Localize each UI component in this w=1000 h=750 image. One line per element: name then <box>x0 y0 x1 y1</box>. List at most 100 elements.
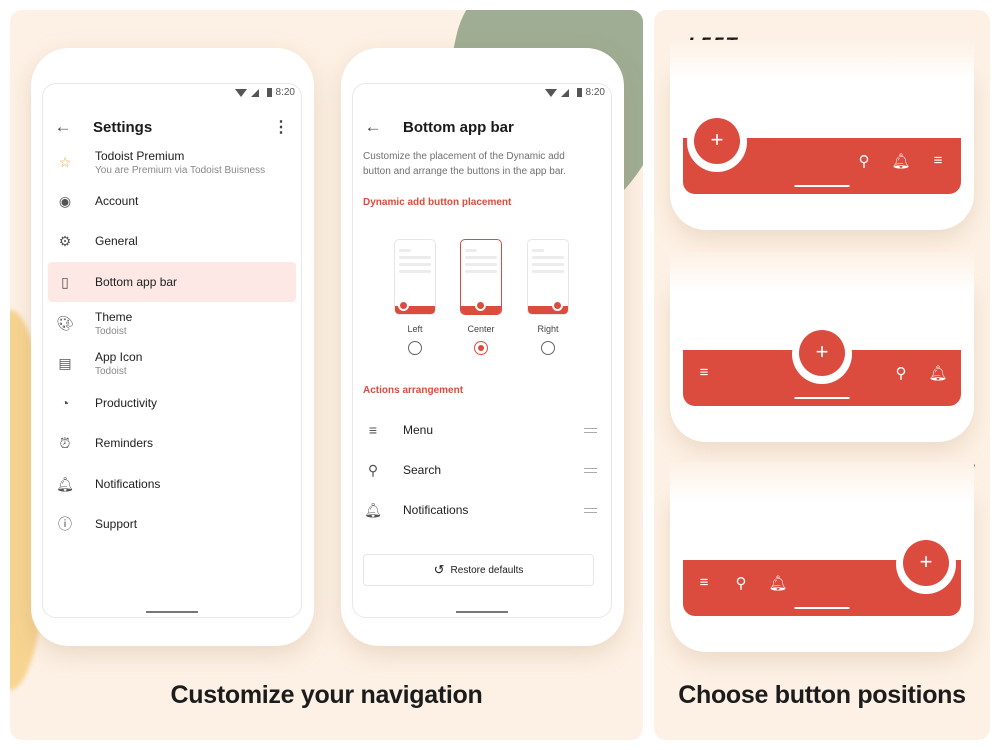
menu-icon[interactable]: ≡ <box>694 364 714 381</box>
item-label: Theme <box>95 309 133 324</box>
search-icon[interactable]: ⚲ <box>891 364 911 382</box>
menu-icon: ≡ <box>368 422 378 438</box>
history-icon: ↺ <box>433 562 445 577</box>
palette-icon: 🎨︎ <box>56 314 74 331</box>
more-options-icon[interactable]: ⋮ <box>273 117 289 137</box>
phone-icon: ▯ <box>61 273 69 290</box>
action-row-notifications[interactable]: 🔔︎ Notifications <box>353 490 611 530</box>
item-label: Account <box>95 194 139 208</box>
drag-handle-icon[interactable] <box>584 507 597 513</box>
wifi-icon <box>234 88 247 97</box>
phone-settings: 8:20 ← Settings ⋮ ☆ Todoist Premium You a… <box>31 48 314 646</box>
placement-label-center: Center <box>467 324 495 334</box>
right-caption: Choose button positions <box>678 681 966 709</box>
restore-label: Restore defaults <box>450 564 524 576</box>
settings-item-support[interactable]: ⓘ Support <box>48 504 296 544</box>
placement-preview-center[interactable] <box>460 239 502 315</box>
bell-icon[interactable]: 🔔︎ <box>891 152 911 170</box>
add-fab-button[interactable]: + <box>799 330 845 376</box>
app-icon-icon: ▤ <box>58 354 72 371</box>
item-label: General <box>95 234 138 248</box>
radio-left[interactable] <box>408 341 422 355</box>
settings-item-general[interactable]: ⚙ General <box>48 221 296 261</box>
settings-item-account[interactable]: ◉ Account <box>48 181 296 221</box>
home-indicator[interactable] <box>456 611 508 613</box>
item-label: Notifications <box>95 477 161 491</box>
settings-item-premium[interactable]: ☆ Todoist Premium You are Premium via Tod… <box>48 142 296 182</box>
wifi-icon <box>544 88 557 97</box>
actions-heading: Actions arrangement <box>363 385 464 396</box>
left-promo-panel: 8:20 ← Settings ⋮ ☆ Todoist Premium You a… <box>10 10 643 740</box>
item-label: Reminders <box>95 436 154 450</box>
help-icon: ⓘ <box>58 516 72 532</box>
bell-icon: 🔔︎ <box>56 475 74 492</box>
item-sublabel: Todoist <box>95 325 127 337</box>
home-indicator <box>794 397 850 399</box>
settings-top-bar: ← Settings ⋮ <box>43 112 301 142</box>
placement-preview-right[interactable] <box>527 239 569 315</box>
right-promo-panel: LEFT ↓ + ⚲ 🔔︎ ≡ CENTER ↓ + ≡ ⚲ 🔔︎ RIGHT … <box>654 10 990 740</box>
phone-bottom-app-bar: 8:20 ← Bottom app bar Customize the plac… <box>341 48 624 646</box>
status-time: 8:20 <box>585 87 605 98</box>
placement-label-left: Left <box>407 324 423 334</box>
search-icon[interactable]: ⚲ <box>731 574 751 592</box>
demo-fab-center: + ≡ ⚲ 🔔︎ <box>670 252 974 442</box>
battery-icon <box>576 88 582 97</box>
item-label: Todoist Premium <box>95 148 185 163</box>
item-label: App Icon <box>95 349 143 364</box>
placement-heading: Dynamic add button placement <box>363 197 512 208</box>
star-icon: ☆ <box>58 153 72 170</box>
bell-icon[interactable]: 🔔︎ <box>768 574 788 592</box>
home-indicator <box>794 607 850 609</box>
bottom-bar-top-bar: ← Bottom app bar <box>353 112 611 142</box>
menu-icon[interactable]: ≡ <box>928 152 948 169</box>
demo-fab-right: + ≡ ⚲ 🔔︎ <box>670 462 974 652</box>
settings-item-productivity[interactable]: ◔ Productivity <box>48 383 296 423</box>
back-arrow-icon[interactable]: ← <box>43 117 83 137</box>
back-arrow-icon[interactable]: ← <box>353 117 393 137</box>
action-label: Notifications <box>403 503 469 517</box>
settings-item-bottom-app-bar[interactable]: ▯ Bottom app bar <box>48 262 296 302</box>
settings-item-app-icon[interactable]: ▤ App Icon Todoist <box>48 343 296 383</box>
drag-handle-icon[interactable] <box>584 427 597 433</box>
menu-icon[interactable]: ≡ <box>694 574 714 591</box>
add-fab-button[interactable]: + <box>903 540 949 586</box>
action-label: Search <box>403 463 442 477</box>
left-caption: Customize your navigation <box>170 681 483 709</box>
account-icon: ◉ <box>58 192 72 209</box>
item-label: Productivity <box>95 396 158 410</box>
bell-icon[interactable]: 🔔︎ <box>928 364 948 382</box>
demo-fab-left: + ⚲ 🔔︎ ≡ <box>670 40 974 230</box>
search-icon[interactable]: ⚲ <box>854 152 874 170</box>
description-text: Customize the placement of the Dynamic a… <box>363 151 566 177</box>
bottom-app-bar-screen: 8:20 ← Bottom app bar Customize the plac… <box>352 83 612 618</box>
drag-handle-icon[interactable] <box>584 467 597 473</box>
page-title: Settings <box>93 118 153 136</box>
alarm-icon: ⏰︎ <box>59 434 71 451</box>
action-row-menu[interactable]: ≡ Menu <box>353 410 611 450</box>
action-row-search[interactable]: ⚲ Search <box>353 450 611 490</box>
placement-preview-left[interactable] <box>394 239 436 315</box>
action-label: Menu <box>403 423 434 437</box>
signal-icon <box>250 88 259 97</box>
radio-center[interactable] <box>474 341 488 355</box>
battery-icon <box>266 88 272 97</box>
item-label: Bottom app bar <box>95 275 178 289</box>
restore-defaults-button[interactable]: ↺ Restore defaults <box>363 554 594 586</box>
settings-item-reminders[interactable]: ⏰︎ Reminders <box>48 423 296 463</box>
home-indicator[interactable] <box>146 611 198 613</box>
page-title: Bottom app bar <box>403 118 514 136</box>
status-bar: 8:20 <box>234 87 295 98</box>
add-fab-button[interactable]: + <box>694 118 740 164</box>
settings-item-theme[interactable]: 🎨︎ Theme Todoist <box>48 303 296 343</box>
item-sublabel: Todoist <box>95 365 127 377</box>
status-bar: 8:20 <box>544 87 605 98</box>
status-time: 8:20 <box>275 87 295 98</box>
item-label: Support <box>95 517 138 531</box>
productivity-icon: ◔ <box>60 395 70 411</box>
settings-item-notifications[interactable]: 🔔︎ Notifications <box>48 464 296 504</box>
home-indicator <box>794 185 850 187</box>
bell-icon: 🔔︎ <box>364 501 382 518</box>
search-icon: ⚲ <box>367 461 379 478</box>
radio-right[interactable] <box>541 341 555 355</box>
